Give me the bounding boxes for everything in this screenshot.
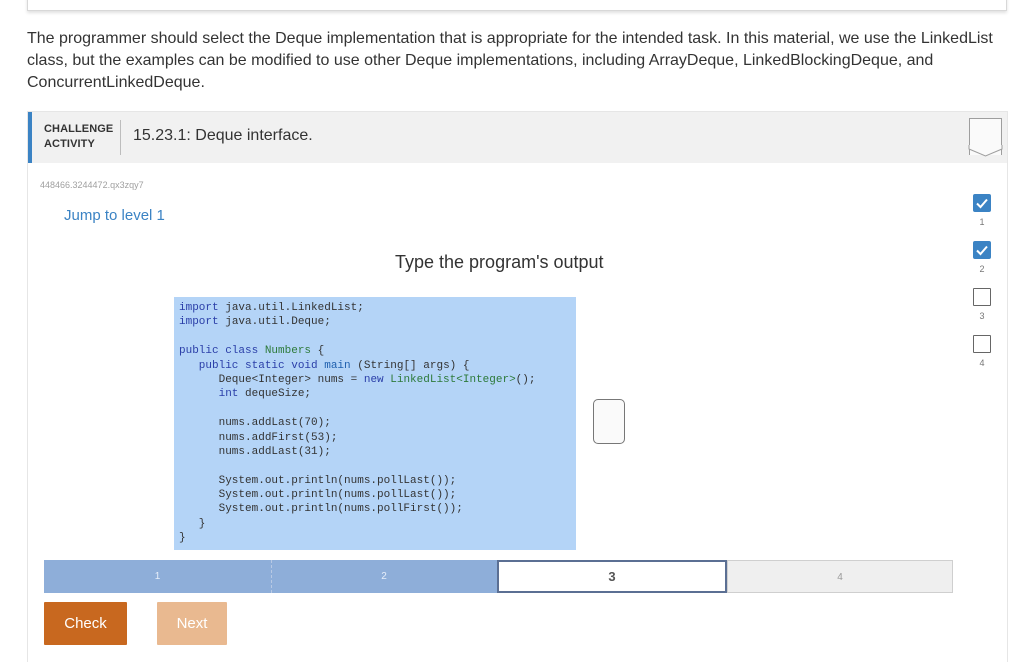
code-token: System.out.println(nums.pollLast()); bbox=[179, 474, 457, 487]
code-token: public class bbox=[179, 345, 265, 358]
level-indicator-2[interactable]: 2 bbox=[971, 241, 993, 281]
answer-input[interactable] bbox=[593, 399, 625, 444]
level-number: 4 bbox=[979, 358, 985, 368]
code-line: System.out.println(nums.pollFirst()); bbox=[179, 502, 576, 516]
question-prompt: Type the program's output bbox=[395, 252, 604, 272]
code-token: import bbox=[179, 316, 226, 329]
progress-segment-4[interactable]: 4 bbox=[727, 560, 953, 593]
challenge-label-line2: ACTIVITY bbox=[44, 138, 95, 150]
code-line: public class Numbers { bbox=[179, 344, 576, 358]
code-token: nums.addFirst(53); bbox=[179, 431, 338, 444]
code-token: nums.addLast(70); bbox=[179, 417, 331, 430]
code-token: Numbers bbox=[264, 345, 318, 358]
challenge-activity: CHALLENGE ACTIVITY 15.23.1: Deque interf… bbox=[27, 111, 1008, 662]
level-number: 3 bbox=[979, 311, 985, 321]
code-token: System.out.println(nums.pollFirst()); bbox=[179, 503, 463, 516]
code-line: } bbox=[179, 517, 576, 531]
code-line: Deque<Integer> nums = new LinkedList<Int… bbox=[179, 373, 576, 387]
code-token: Deque<Integer> nums = bbox=[179, 373, 364, 386]
code-token: java.util.LinkedList; bbox=[225, 302, 364, 314]
level-number: 2 bbox=[979, 264, 985, 274]
empty-checkbox-icon bbox=[973, 335, 991, 353]
header-divider bbox=[120, 120, 121, 155]
code-token: dequeSize; bbox=[245, 388, 312, 401]
level-indicator-3[interactable]: 3 bbox=[971, 288, 993, 328]
intro-paragraph: The programmer should select the Deque i… bbox=[27, 30, 993, 91]
code-token: java.util.Deque; bbox=[225, 316, 331, 329]
level-progress-bar: 1234 bbox=[44, 560, 953, 593]
code-token: nums.addLast(31); bbox=[179, 445, 331, 458]
code-token: LinkedList<Integer> bbox=[390, 373, 516, 386]
code-line: nums.addLast(31); bbox=[179, 445, 576, 459]
challenge-label-line1: CHALLENGE bbox=[44, 123, 114, 135]
activity-title: 15.23.1: Deque interface. bbox=[133, 127, 313, 144]
code-token: (); bbox=[515, 373, 536, 386]
code-token: public static void bbox=[179, 359, 325, 372]
code-line: System.out.println(nums.pollLast()); bbox=[179, 474, 576, 488]
checkmark-icon bbox=[973, 194, 991, 212]
code-line: nums.addFirst(53); bbox=[179, 431, 576, 445]
code-line: import java.util.LinkedList; bbox=[179, 301, 576, 315]
level-indicator-4[interactable]: 4 bbox=[971, 335, 993, 375]
level-number: 1 bbox=[979, 217, 985, 227]
code-token: new bbox=[363, 373, 391, 386]
next-button[interactable]: Next bbox=[157, 602, 227, 645]
bookmark-icon-notch bbox=[968, 145, 1003, 157]
activity-header: CHALLENGE ACTIVITY 15.23.1: Deque interf… bbox=[28, 112, 1007, 163]
code-line: int dequeSize; bbox=[179, 387, 576, 401]
activity-id: 448466.3244472.qx3zqy7 bbox=[40, 180, 144, 190]
code-token: System.out.println(nums.pollLast()); bbox=[179, 489, 457, 502]
checkmark-icon bbox=[973, 241, 991, 259]
previous-card-edge bbox=[27, 0, 1007, 11]
empty-checkbox-icon bbox=[973, 288, 991, 306]
code-line: import java.util.Deque; bbox=[179, 315, 576, 329]
progress-segment-1[interactable]: 1 bbox=[44, 560, 271, 593]
progress-segment-2[interactable]: 2 bbox=[271, 560, 497, 593]
progress-segment-3[interactable]: 3 bbox=[497, 560, 727, 593]
code-line: public static void main (String[] args) … bbox=[179, 359, 576, 373]
code-line: } bbox=[179, 531, 576, 545]
level-indicator-1[interactable]: 1 bbox=[971, 194, 993, 234]
code-token: } bbox=[179, 517, 206, 530]
check-button[interactable]: Check bbox=[44, 602, 127, 645]
code-token: } bbox=[179, 532, 186, 545]
code-token: { bbox=[317, 345, 325, 358]
code-token: (String[] args) { bbox=[357, 359, 470, 372]
code-token: int bbox=[179, 388, 246, 401]
jump-to-level-link[interactable]: Jump to level 1 bbox=[64, 207, 165, 224]
code-token: import bbox=[179, 302, 226, 314]
code-line: System.out.println(nums.pollLast()); bbox=[179, 488, 576, 502]
code-line: nums.addLast(70); bbox=[179, 416, 576, 430]
code-block: import java.util.LinkedList; import java.… bbox=[174, 297, 576, 550]
progress-divider bbox=[271, 560, 272, 593]
challenge-activity-label: CHALLENGE ACTIVITY bbox=[44, 122, 113, 152]
code-token: main bbox=[324, 359, 358, 372]
